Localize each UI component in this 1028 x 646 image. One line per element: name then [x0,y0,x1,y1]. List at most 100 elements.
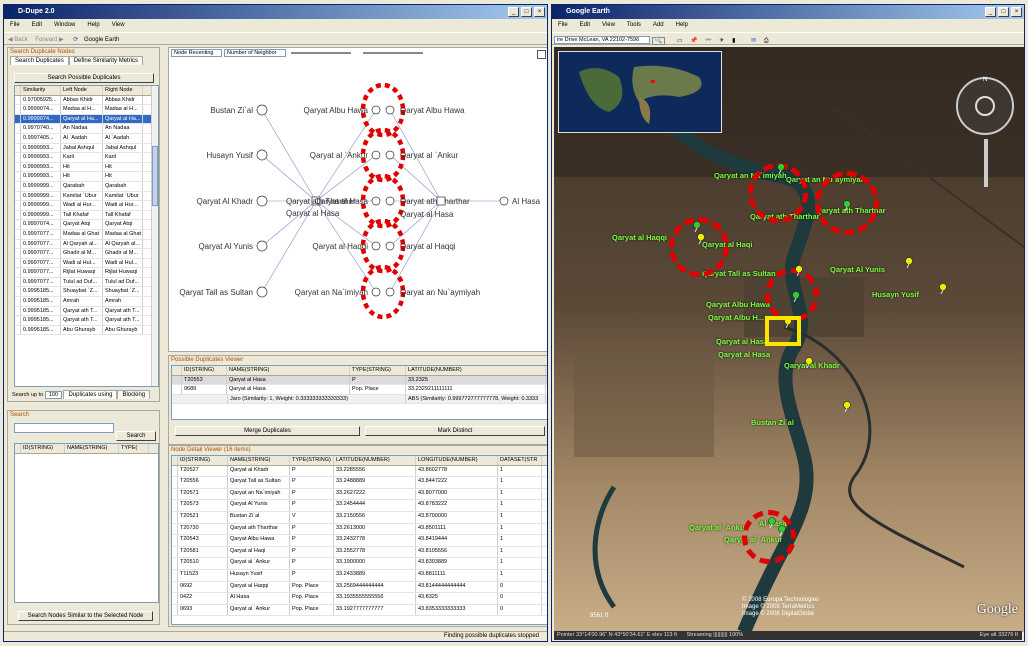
col-type[interactable]: TYPE(STRING) [290,456,334,465]
table-row[interactable]: T20510 Qaryat al `Ankur P 33.1900000 43.8303… [172,558,547,570]
recenter-select[interactable]: Node Recenting [171,49,223,57]
map-place-label[interactable]: Husayn Yusif [872,290,919,299]
placemark-pin-icon[interactable] [842,200,852,212]
table-row[interactable]: T20571 Qaryat an Na`imiyah P 33.2627222 43.8… [172,488,547,501]
map-place-label[interactable]: Qaryat Al Yunis [830,265,885,274]
tab-define-similarity[interactable]: Define Similarity Metrics [68,56,144,65]
col-name[interactable]: NAME(STRING) [65,444,119,453]
table-row[interactable]: 0422 Al Hasa Pop. Place 33.1935555555556 43.… [172,593,547,605]
table-row[interactable]: T20527 Qaryat al Khadr P 33.2285556 43.86027… [172,465,547,478]
col-id[interactable]: ID(STRING) [178,456,228,465]
tab-blocking[interactable]: Blocking [117,390,151,399]
map-place-label[interactable]: Qaryat al `Ankur [689,523,747,532]
table-row[interactable]: 0.9995185... Qaryat ath T... Qaryat ath T.… [15,316,158,326]
graph-node[interactable] [385,241,395,251]
col-latitude[interactable]: LATITUDE(NUMBER) [334,456,416,465]
search-icon[interactable]: 🔍 [651,37,666,45]
search-limit-select[interactable]: 100 [44,391,62,399]
table-row[interactable]: 0689 Qaryat al Hasa Pop. Place 33.232921111… [172,385,547,395]
graph-node[interactable] [256,195,268,207]
map-place-label[interactable]: Bustan Zi`al [751,418,794,427]
tab-duplicates-using[interactable]: Duplicates using [63,390,118,399]
ge-menu-file[interactable]: File [552,20,574,30]
table-row[interactable]: 0692 Qaryat al Haqqi Pop. Place 33.25694444… [172,581,547,594]
maximize-button[interactable]: □ [521,7,532,17]
table-row[interactable]: 0.9995185... Qaryat ath T... Qaryat ath T.… [15,306,158,317]
table-row[interactable]: 0.9970740... An Nadaa An Nadaa [15,124,158,134]
table-row[interactable]: 0.9997077... Tulul ad Duf... Tulul ad Duf.… [15,277,158,288]
navigation-compass[interactable]: N [956,77,1014,135]
table-row[interactable]: T20543 Qaryat Albu Hawa P 33.2432778 43.8419… [172,535,547,547]
menu-edit[interactable]: Edit [26,20,48,30]
menu-window[interactable]: Window [48,20,81,30]
slider-1[interactable] [291,51,352,54]
table-row[interactable]: 0.9997405... Al `Aadah Al `Aadah [15,133,158,144]
table-row[interactable]: 0.9999993... Jabal Ashqul Jabal Ashqul [15,143,158,154]
table-row[interactable]: 0.9999999... Qarabah Qarabah [15,181,158,192]
placemark-pin-icon[interactable] [791,291,801,303]
col-name[interactable]: NAME(STRING) [227,366,350,375]
ge-maximize-button[interactable]: □ [998,7,1009,17]
graph-node[interactable] [385,196,395,206]
table-row[interactable]: T20730 Qaryat ath Tharthar P 33.2613000 43.8… [172,523,547,536]
table-row[interactable]: 0.9999993... Karil Karil [15,153,158,163]
refresh-icon[interactable]: ⟳ [73,37,78,43]
ge-menu-tools[interactable]: Tools [621,20,647,30]
graph-node[interactable] [256,104,268,116]
graph-node[interactable] [256,149,268,161]
menu-view[interactable]: View [106,20,131,30]
search-similar-button[interactable]: Search Nodes Similar to the Selected Nod… [18,611,153,621]
table-row[interactable]: T20581 Qaryat al Haqi P 33.2552778 43.810555… [172,546,547,559]
ge-menu-view[interactable]: View [596,20,621,30]
map-place-label[interactable]: Qaryat Albu Hawa [706,300,770,309]
table-row[interactable]: T20573 Qaryat Al Yunis P 33.2454444 43.87832… [172,500,547,512]
graph-node[interactable] [256,240,268,252]
ge-menu-edit[interactable]: Edit [574,20,596,30]
table-row[interactable]: 0.9999999... Kamilat `Ubur Kamilat `Ubur [15,191,158,202]
placemark-pin-icon[interactable] [696,233,706,245]
graph-node[interactable] [436,196,446,206]
table-row[interactable]: 0.9997074... Qaryat Atqi Qaryat Atqi [15,220,158,230]
slider-2[interactable] [362,51,423,54]
menu-file[interactable]: File [4,20,26,30]
map-place-label[interactable]: Qaryat al Hasa [716,337,768,346]
back-button[interactable]: ◀ Back [8,37,28,43]
search-button[interactable]: Search [116,431,156,441]
graph-node[interactable] [371,105,381,115]
table-row[interactable]: T20556 Qaryat Tall as Sultan P 33.2488889 43… [172,477,547,489]
col-type[interactable]: TYPE( [119,444,149,453]
menu-help[interactable]: Help [81,20,105,30]
table-row[interactable]: 0.9997077... Ghadir al M... Ghadir al M... [15,249,158,259]
table-row[interactable]: 0.9997077... Madaa al Ghat Madaa al Ghat [15,229,158,240]
table-row[interactable]: 0693 Qaryat al `Ankur Pop. Place 33.1927777… [172,604,547,617]
table-row[interactable]: 0.9999993... Hit Hit [15,162,158,173]
table-row[interactable]: 0.9995185... Shuaybat `Z... Shuaybat `Z... [15,287,158,298]
table-row[interactable]: 0.9997077... Rijlat Huwaqi Rijlat Huwaqi [15,268,158,278]
forward-button[interactable]: Forward ▶ [35,37,63,43]
table-row[interactable]: 0.9999074... Madaa al H... Madaa al H... [15,105,158,115]
table-row[interactable]: 0.9997077... Al Qaryah al... Al Qaryah al.… [15,239,158,250]
placemark-pin-icon[interactable] [777,525,787,537]
graph-node[interactable] [385,287,395,297]
graph-save-icon[interactable] [537,50,546,59]
tab-search-duplicates[interactable]: Search Duplicates [10,56,69,65]
ge-minimize-button[interactable]: _ [985,7,996,17]
col-id[interactable]: ID(STRING) [21,444,65,453]
graph-node[interactable] [371,196,381,206]
table-row[interactable]: T11523 Husayn Yusif P 33.2433889 43.8811111 1 [172,569,547,582]
print-icon[interactable]: ⎙ [764,38,769,44]
map-place-label[interactable]: Qaryat al Hasa [718,350,770,359]
close-button[interactable]: × [534,7,545,17]
search-text-input[interactable] [14,423,114,433]
table-row[interactable]: T20553 Qaryat al Hasa P 33.2325 [172,375,547,386]
col-left-node[interactable]: Left Node [61,86,103,95]
ruler-icon[interactable]: ▮ [732,38,735,44]
table-row[interactable]: 0.9999999... Wadi al Hur... Wadi al Hur... [15,201,158,211]
mark-distinct-button[interactable]: Mark Distinct [365,426,545,436]
col-name[interactable]: NAME(STRING) [228,456,290,465]
graph-node[interactable] [499,196,509,206]
graph-node[interactable] [371,150,381,160]
table-row[interactable]: 0.9999993... Hit Hit [15,172,158,182]
graph-node[interactable] [371,287,381,297]
table-row[interactable]: 0.9995185... Amrah Amrah [15,297,158,307]
